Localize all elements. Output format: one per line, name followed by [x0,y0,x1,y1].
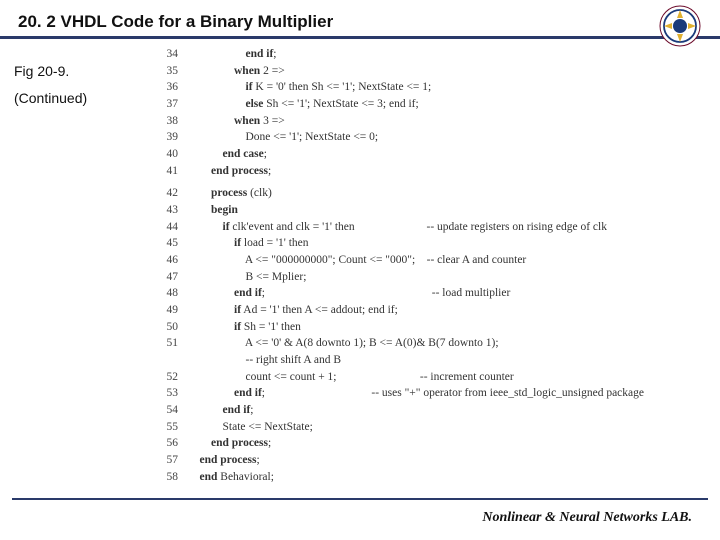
line-number: 51 [160,335,188,352]
code-text: end process; [188,435,271,452]
code-line: 57 end process; [160,452,705,469]
code-text: end process; [188,163,271,180]
code-text: A <= '0' & A(8 downto 1); B <= A(0)& B(7… [188,335,499,352]
code-line: 37 else Sh <= '1'; NextState <= 3; end i… [160,96,705,113]
code-text: State <= NextState; [188,419,313,436]
code-line: 44 if clk'event and clk = '1' then -- up… [160,219,705,236]
code-text: Done <= '1'; NextState <= 0; [188,129,378,146]
code-line: 39 Done <= '1'; NextState <= 0; [160,129,705,146]
line-number: 38 [160,113,188,130]
code-text: if K = '0' then Sh <= '1'; NextState <= … [188,79,431,96]
line-number: 46 [160,252,188,269]
footer-lab-name: Nonlinear & Neural Networks LAB. [482,510,692,526]
code-text: else Sh <= '1'; NextState <= 3; end if; [188,96,419,113]
code-line: 46 A <= "000000000"; Count <= "000"; -- … [160,252,705,269]
line-number: 54 [160,402,188,419]
line-number: 55 [160,419,188,436]
code-line: 50 if Sh = '1' then [160,319,705,336]
code-text: end if; [188,46,277,63]
code-line: 43 begin [160,202,705,219]
code-line: 48 end if; -- load multiplier [160,285,705,302]
line-number: 50 [160,319,188,336]
code-text: end Behavioral; [188,469,274,486]
code-line: 42 process (clk) [160,185,705,202]
code-text: begin [188,202,238,219]
code-text: A <= "000000000"; Count <= "000"; -- cle… [188,252,526,269]
line-number: 53 [160,385,188,402]
line-number: 41 [160,163,188,180]
sidebar: Fig 20-9. (Continued) [14,58,144,111]
line-number: 48 [160,285,188,302]
code-line: 36 if K = '0' then Sh <= '1'; NextState … [160,79,705,96]
code-line: 34 end if; [160,46,705,63]
code-line: 51 A <= '0' & A(8 downto 1); B <= A(0)& … [160,335,705,352]
code-text: if Ad = '1' then A <= addout; end if; [188,302,398,319]
page-title: 20. 2 VHDL Code for a Binary Multiplier [18,12,702,32]
line-number [160,352,188,369]
line-number: 35 [160,63,188,80]
line-number: 58 [160,469,188,486]
code-text: when 3 => [188,113,285,130]
code-line: 56 end process; [160,435,705,452]
university-logo-icon [658,4,702,48]
code-text: -- right shift A and B [188,352,341,369]
code-line: 40 end case; [160,146,705,163]
code-text: if clk'event and clk = '1' then -- updat… [188,219,607,236]
code-text: count <= count + 1; -- increment counter [188,369,514,386]
code-line: 41 end process; [160,163,705,180]
line-number: 49 [160,302,188,319]
line-number: 56 [160,435,188,452]
code-text: if Sh = '1' then [188,319,301,336]
code-line: 47 B <= Mplier; [160,269,705,286]
title-bar: 20. 2 VHDL Code for a Binary Multiplier [0,0,720,39]
line-number: 36 [160,79,188,96]
line-number: 39 [160,129,188,146]
code-text: end if; -- load multiplier [188,285,510,302]
code-text: when 2 => [188,63,285,80]
line-number: 45 [160,235,188,252]
code-text: end if; [188,402,254,419]
code-text: process (clk) [188,185,272,202]
line-number: 42 [160,185,188,202]
line-number: 43 [160,202,188,219]
continued-label: (Continued) [14,85,144,112]
code-text: end case; [188,146,267,163]
code-line: 45 if load = '1' then [160,235,705,252]
line-number: 44 [160,219,188,236]
code-line: 38 when 3 => [160,113,705,130]
code-listing: 34 end if;35 when 2 =>36 if K = '0' then… [160,46,705,485]
code-line: 49 if Ad = '1' then A <= addout; end if; [160,302,705,319]
code-line: 54 end if; [160,402,705,419]
line-number: 52 [160,369,188,386]
line-number: 57 [160,452,188,469]
code-text: if load = '1' then [188,235,309,252]
code-line: 52 count <= count + 1; -- increment coun… [160,369,705,386]
code-line: 35 when 2 => [160,63,705,80]
figure-label: Fig 20-9. [14,58,144,85]
line-number: 47 [160,269,188,286]
line-number: 34 [160,46,188,63]
code-line: 55 State <= NextState; [160,419,705,436]
code-line: 58 end Behavioral; [160,469,705,486]
code-text: B <= Mplier; [188,269,306,286]
divider [12,498,708,500]
code-text: end process; [188,452,260,469]
code-line: -- right shift A and B [160,352,705,369]
line-number: 37 [160,96,188,113]
line-number: 40 [160,146,188,163]
code-text: end if; -- uses "+" operator from ieee_s… [188,385,644,402]
code-line: 53 end if; -- uses "+" operator from iee… [160,385,705,402]
